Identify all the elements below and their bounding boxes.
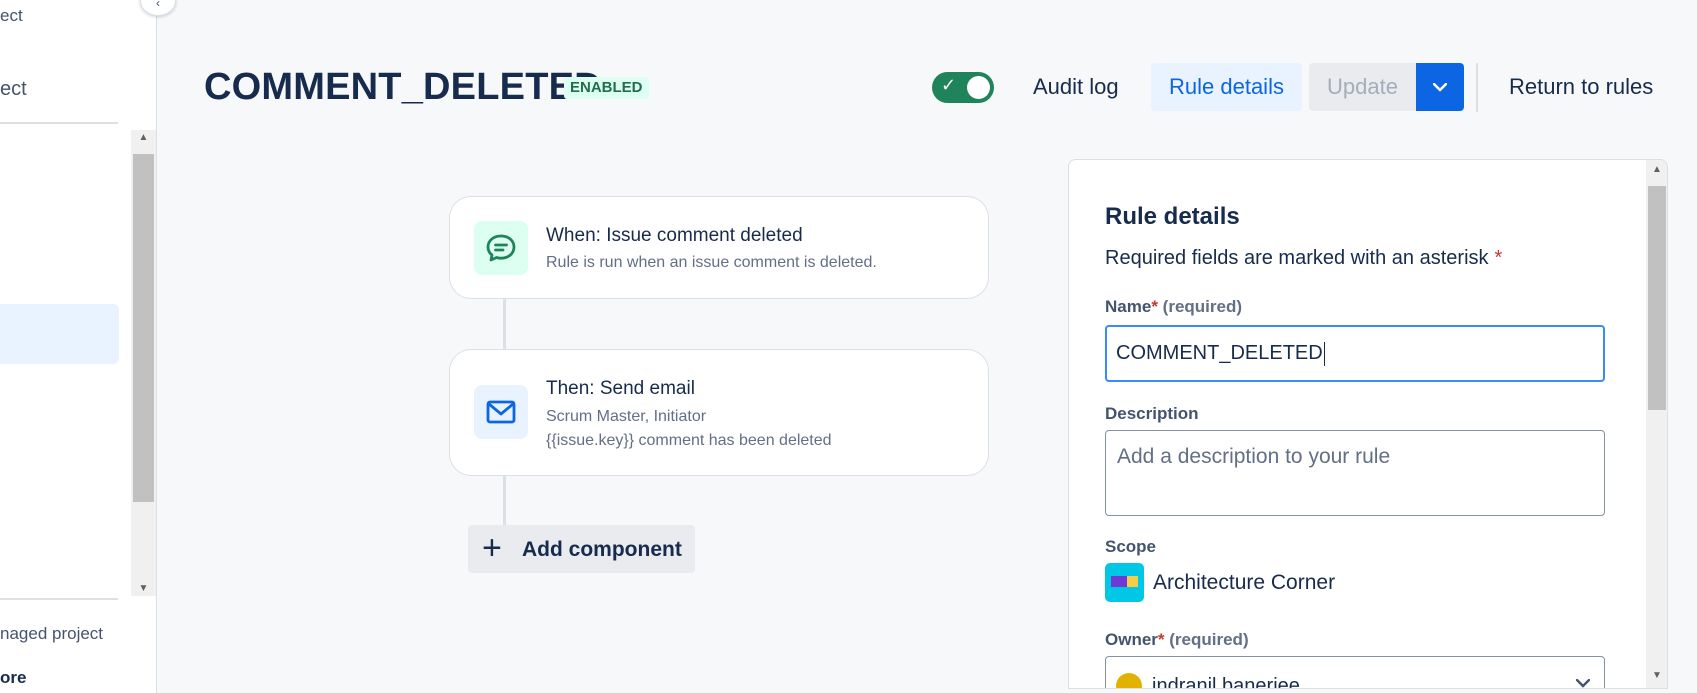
sidebar-divider [0,122,118,124]
scope-value: Architecture Corner [1153,571,1336,594]
audit-log-button[interactable]: Audit log [1015,63,1137,111]
add-component-button[interactable]: + Add component [468,525,695,573]
required-asterisk: * [1157,630,1165,649]
comment-icon [486,234,516,262]
update-options-button[interactable] [1416,63,1464,111]
toggle-knob [967,76,990,99]
mail-icon [486,400,516,424]
update-button[interactable]: Update [1309,63,1416,111]
scroll-up-icon[interactable]: ▲ [1646,164,1667,175]
scope-field-label: Scope [1105,537,1157,556]
page-title: COMMENT_DELETED [204,66,602,108]
description-field-label: Description [1105,404,1199,423]
required-asterisk: * [1494,247,1503,269]
name-field-label: Name* (required) [1105,297,1242,317]
sidebar-scroll-thumb[interactable] [133,154,154,502]
chevron-down-icon [1576,679,1590,688]
status-badge: ENABLED [564,77,649,99]
name-required-hint: (required) [1162,297,1243,316]
rule-enabled-toggle[interactable]: ✓ [932,72,994,103]
scroll-down-icon[interactable]: ▼ [131,583,156,594]
text-cursor [1323,341,1325,366]
check-icon: ✓ [941,75,957,95]
add-component-label: Add component [522,538,682,561]
sidebar-project-label[interactable]: ect [0,78,27,101]
left-sidebar: ect ect ▲ ▼ naged project ore [0,0,157,693]
plus-icon: + [482,529,502,567]
name-label-text: Name [1105,297,1152,316]
action-icon-tile [474,385,528,439]
avatar [1116,673,1142,688]
required-fields-note: Required fields are marked with an aster… [1105,247,1502,270]
trigger-title: When: Issue comment deleted [546,225,803,246]
owner-field-label: Owner* (required) [1105,630,1249,650]
sidebar-managed-project-label[interactable]: naged project [0,624,103,644]
action-title: Then: Send email [546,378,695,399]
owner-value: indranil banerjee [1152,675,1300,689]
project-avatar-shape [1111,576,1128,587]
return-to-rules-button[interactable]: Return to rules [1491,63,1671,111]
required-note-text: Required fields are marked with an aster… [1105,247,1489,269]
name-input[interactable]: COMMENT_DELETED [1105,325,1605,382]
scroll-up-icon[interactable]: ▲ [131,132,156,143]
trigger-subtitle: Rule is run when an issue comment is del… [546,254,877,271]
owner-label-text: Owner [1105,630,1158,649]
panel-scroll-thumb[interactable] [1648,186,1666,410]
flow-connector [503,475,506,527]
action-recipients: Scrum Master, Initiator [546,408,707,425]
sidebar-nav-list [0,130,130,596]
panel-heading: Rule details [1105,203,1240,230]
owner-required-hint: (required) [1169,630,1249,649]
panel-scrollbar[interactable]: ▲ ▼ [1646,160,1667,688]
name-input-value: COMMENT_DELETED [1116,342,1323,364]
owner-select[interactable]: indranil banerjee [1105,656,1605,689]
action-card[interactable]: Then: Send email Scrum Master, Initiator… [449,349,989,476]
description-textarea[interactable]: Add a description to your rule [1105,430,1605,516]
trigger-card[interactable]: When: Issue comment deleted Rule is run … [449,196,989,299]
rule-details-button[interactable]: Rule details [1151,63,1302,111]
sidebar-item-selected[interactable] [0,304,119,364]
action-subject: {{issue.key}} comment has been deleted [546,432,832,449]
flow-connector [503,298,506,350]
chevron-down-icon [1433,83,1447,92]
scroll-down-icon[interactable]: ▼ [1646,670,1667,681]
rule-details-panel: Rule details Required fields are marked … [1068,159,1668,689]
sidebar-item-label[interactable]: ect [0,6,23,26]
sidebar-more-link[interactable]: ore [0,668,26,688]
project-avatar-shape [1127,576,1138,587]
sidebar-divider [0,598,118,600]
required-asterisk: * [1151,297,1158,316]
trigger-icon-tile [474,221,528,275]
project-avatar [1105,563,1144,602]
header-divider [1476,63,1478,112]
sidebar-scrollbar[interactable]: ▲ ▼ [131,130,156,596]
